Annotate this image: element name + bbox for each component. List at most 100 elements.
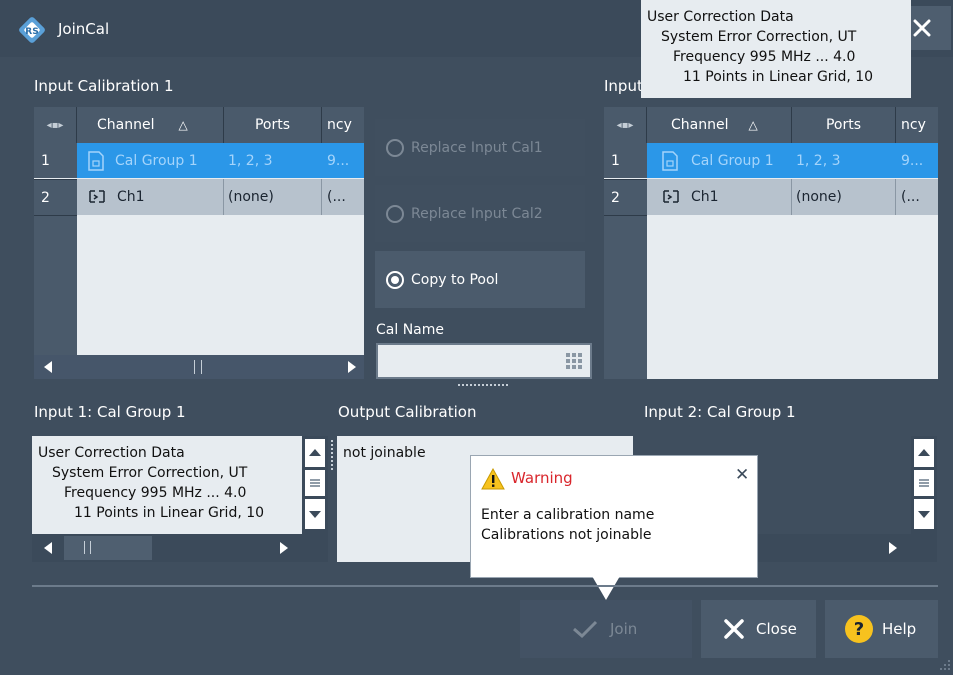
- column-resize-handle[interactable]: ◂▪▸: [34, 107, 77, 143]
- column-header-channel[interactable]: Channel △: [647, 107, 792, 143]
- table-row-cell-frequency[interactable]: (...: [322, 179, 364, 215]
- radio-selected-icon: [386, 270, 404, 289]
- table-row-cell-frequency[interactable]: 9...: [896, 143, 938, 178]
- help-button[interactable]: ? Help: [825, 600, 938, 658]
- column-header-label: Channel: [671, 117, 729, 133]
- scroll-left-icon[interactable]: [44, 542, 54, 554]
- help-icon: ?: [845, 615, 873, 643]
- table-row-cell-ports[interactable]: 1, 2, 3: [224, 143, 322, 178]
- scroll-thumb[interactable]: [914, 470, 934, 496]
- option-label: Replace Input Cal1: [411, 139, 543, 156]
- rs-logo-icon: RS: [18, 16, 46, 44]
- horizontal-scrollbar[interactable]: [34, 355, 364, 379]
- input2-text-panel[interactable]: User Correction Data System Error Correc…: [641, 0, 911, 98]
- output-panel-title: Output Calibration: [338, 403, 477, 421]
- radio-icon: [386, 138, 404, 157]
- scroll-left-icon[interactable]: [44, 361, 54, 373]
- cal-group-icon: [88, 150, 104, 171]
- text-line: System Error Correction, UT: [52, 465, 248, 481]
- input-cal-1-title: Input Calibration 1: [34, 77, 174, 95]
- text-line: Frequency 995 MHz ... 4.0: [64, 485, 247, 501]
- input-cal-1-table: ◂▪▸ Channel △ Ports ncy 1 Cal Group 1 1,…: [34, 107, 364, 379]
- text-line: User Correction Data: [647, 9, 794, 25]
- text-line: Frequency 995 MHz ... 4.0: [673, 49, 856, 65]
- table-row-cell-frequency[interactable]: (...: [896, 179, 938, 215]
- row-number[interactable]: 1: [604, 143, 647, 178]
- scroll-down-button[interactable]: [305, 499, 325, 529]
- column-resize-handle[interactable]: ◂▪▸: [604, 107, 647, 143]
- scroll-right-icon[interactable]: [887, 542, 897, 554]
- table-row-cell-frequency[interactable]: 9...: [322, 143, 364, 178]
- row-number[interactable]: 2: [34, 179, 77, 215]
- text-line: System Error Correction, UT: [661, 29, 857, 45]
- input1-panel-title: Input 1: Cal Group 1: [34, 403, 186, 421]
- table-row-cell-ports[interactable]: (none): [224, 179, 322, 215]
- warning-message-2: Calibrations not joinable: [481, 527, 652, 543]
- copy-to-pool-option[interactable]: Copy to Pool: [375, 251, 585, 308]
- column-header-label: Channel: [97, 117, 155, 133]
- warning-close-icon[interactable]: ✕: [735, 465, 749, 485]
- input1-text-panel[interactable]: User Correction Data System Error Correc…: [32, 436, 302, 534]
- table-row-cell-channel[interactable]: Ch1: [647, 179, 792, 215]
- table-row-cell-channel[interactable]: Cal Group 1: [647, 143, 792, 178]
- splitter-handle[interactable]: [331, 440, 334, 470]
- text-line: 11 Points in Linear Grid, 10: [683, 69, 874, 85]
- cal-name-input[interactable]: [376, 343, 592, 379]
- divider: [32, 585, 938, 587]
- row-header-empty: [604, 215, 647, 379]
- window-title: JoinCal: [58, 20, 110, 38]
- cal-group-icon: [662, 150, 678, 171]
- svg-text:RS: RS: [25, 27, 38, 37]
- replace-input-cal1-option[interactable]: Replace Input Cal1: [375, 119, 585, 176]
- scroll-right-icon[interactable]: [278, 542, 288, 554]
- option-label: Copy to Pool: [411, 271, 499, 288]
- row-number[interactable]: 2: [604, 179, 647, 215]
- column-header-ports[interactable]: Ports: [792, 107, 896, 143]
- warning-tooltip: Warning ✕ Enter a calibration name Calib…: [470, 455, 758, 578]
- close-button[interactable]: Close: [701, 600, 816, 658]
- column-header-frequency[interactable]: ncy: [322, 107, 364, 143]
- table-row-cell-channel[interactable]: Ch1: [77, 179, 224, 215]
- close-icon: [913, 19, 931, 37]
- row-number[interactable]: 1: [34, 143, 77, 178]
- channel-name: Ch1: [117, 189, 145, 205]
- scroll-thumb-grip[interactable]: [194, 360, 202, 374]
- input-cal-2-table: ◂▪▸ Channel △ Ports ncy 1 Cal Group 1 1,…: [604, 107, 938, 379]
- cal-name-label: Cal Name: [376, 322, 444, 338]
- table-row-cell-channel[interactable]: Cal Group 1: [77, 143, 224, 178]
- scroll-right-icon[interactable]: [346, 361, 356, 373]
- scroll-thumb[interactable]: [64, 536, 152, 560]
- column-header-channel[interactable]: Channel △: [77, 107, 224, 143]
- row-header-empty: [34, 215, 77, 355]
- scroll-up-button[interactable]: [305, 439, 325, 467]
- horizontal-scrollbar[interactable]: [32, 534, 302, 562]
- text-line: 11 Points in Linear Grid, 10: [74, 505, 265, 521]
- button-label: Help: [882, 620, 917, 638]
- button-label: Join: [610, 620, 638, 638]
- scroll-thumb[interactable]: [305, 470, 325, 496]
- keypad-icon[interactable]: [566, 353, 582, 369]
- vertical-scrollbar[interactable]: [911, 436, 937, 562]
- warning-message-1: Enter a calibration name: [481, 507, 655, 523]
- text-line: User Correction Data: [38, 445, 185, 461]
- column-header-frequency[interactable]: ncy: [896, 107, 938, 143]
- radio-icon: [386, 204, 404, 223]
- scroll-up-button[interactable]: [914, 439, 934, 467]
- vertical-scrollbar[interactable]: [302, 436, 328, 562]
- resize-grip-icon[interactable]: [937, 656, 951, 670]
- join-button[interactable]: Join: [520, 600, 692, 658]
- channel-name: Ch1: [691, 189, 719, 205]
- close-icon: [724, 619, 744, 639]
- column-header-ports[interactable]: Ports: [224, 107, 322, 143]
- channel-icon: [89, 190, 105, 203]
- scroll-thumb-grip: [84, 541, 91, 554]
- sort-asc-icon: △: [178, 118, 188, 132]
- splitter-handle[interactable]: [458, 384, 508, 386]
- table-row-cell-ports[interactable]: (none): [792, 179, 896, 215]
- scroll-down-button[interactable]: [914, 499, 934, 529]
- scroll-track[interactable]: [60, 357, 340, 377]
- replace-input-cal2-option[interactable]: Replace Input Cal2: [375, 185, 585, 242]
- svg-text:?: ?: [854, 619, 864, 640]
- input2-panel-title: Input 2: Cal Group 1: [644, 403, 796, 421]
- table-row-cell-ports[interactable]: 1, 2, 3: [792, 143, 896, 178]
